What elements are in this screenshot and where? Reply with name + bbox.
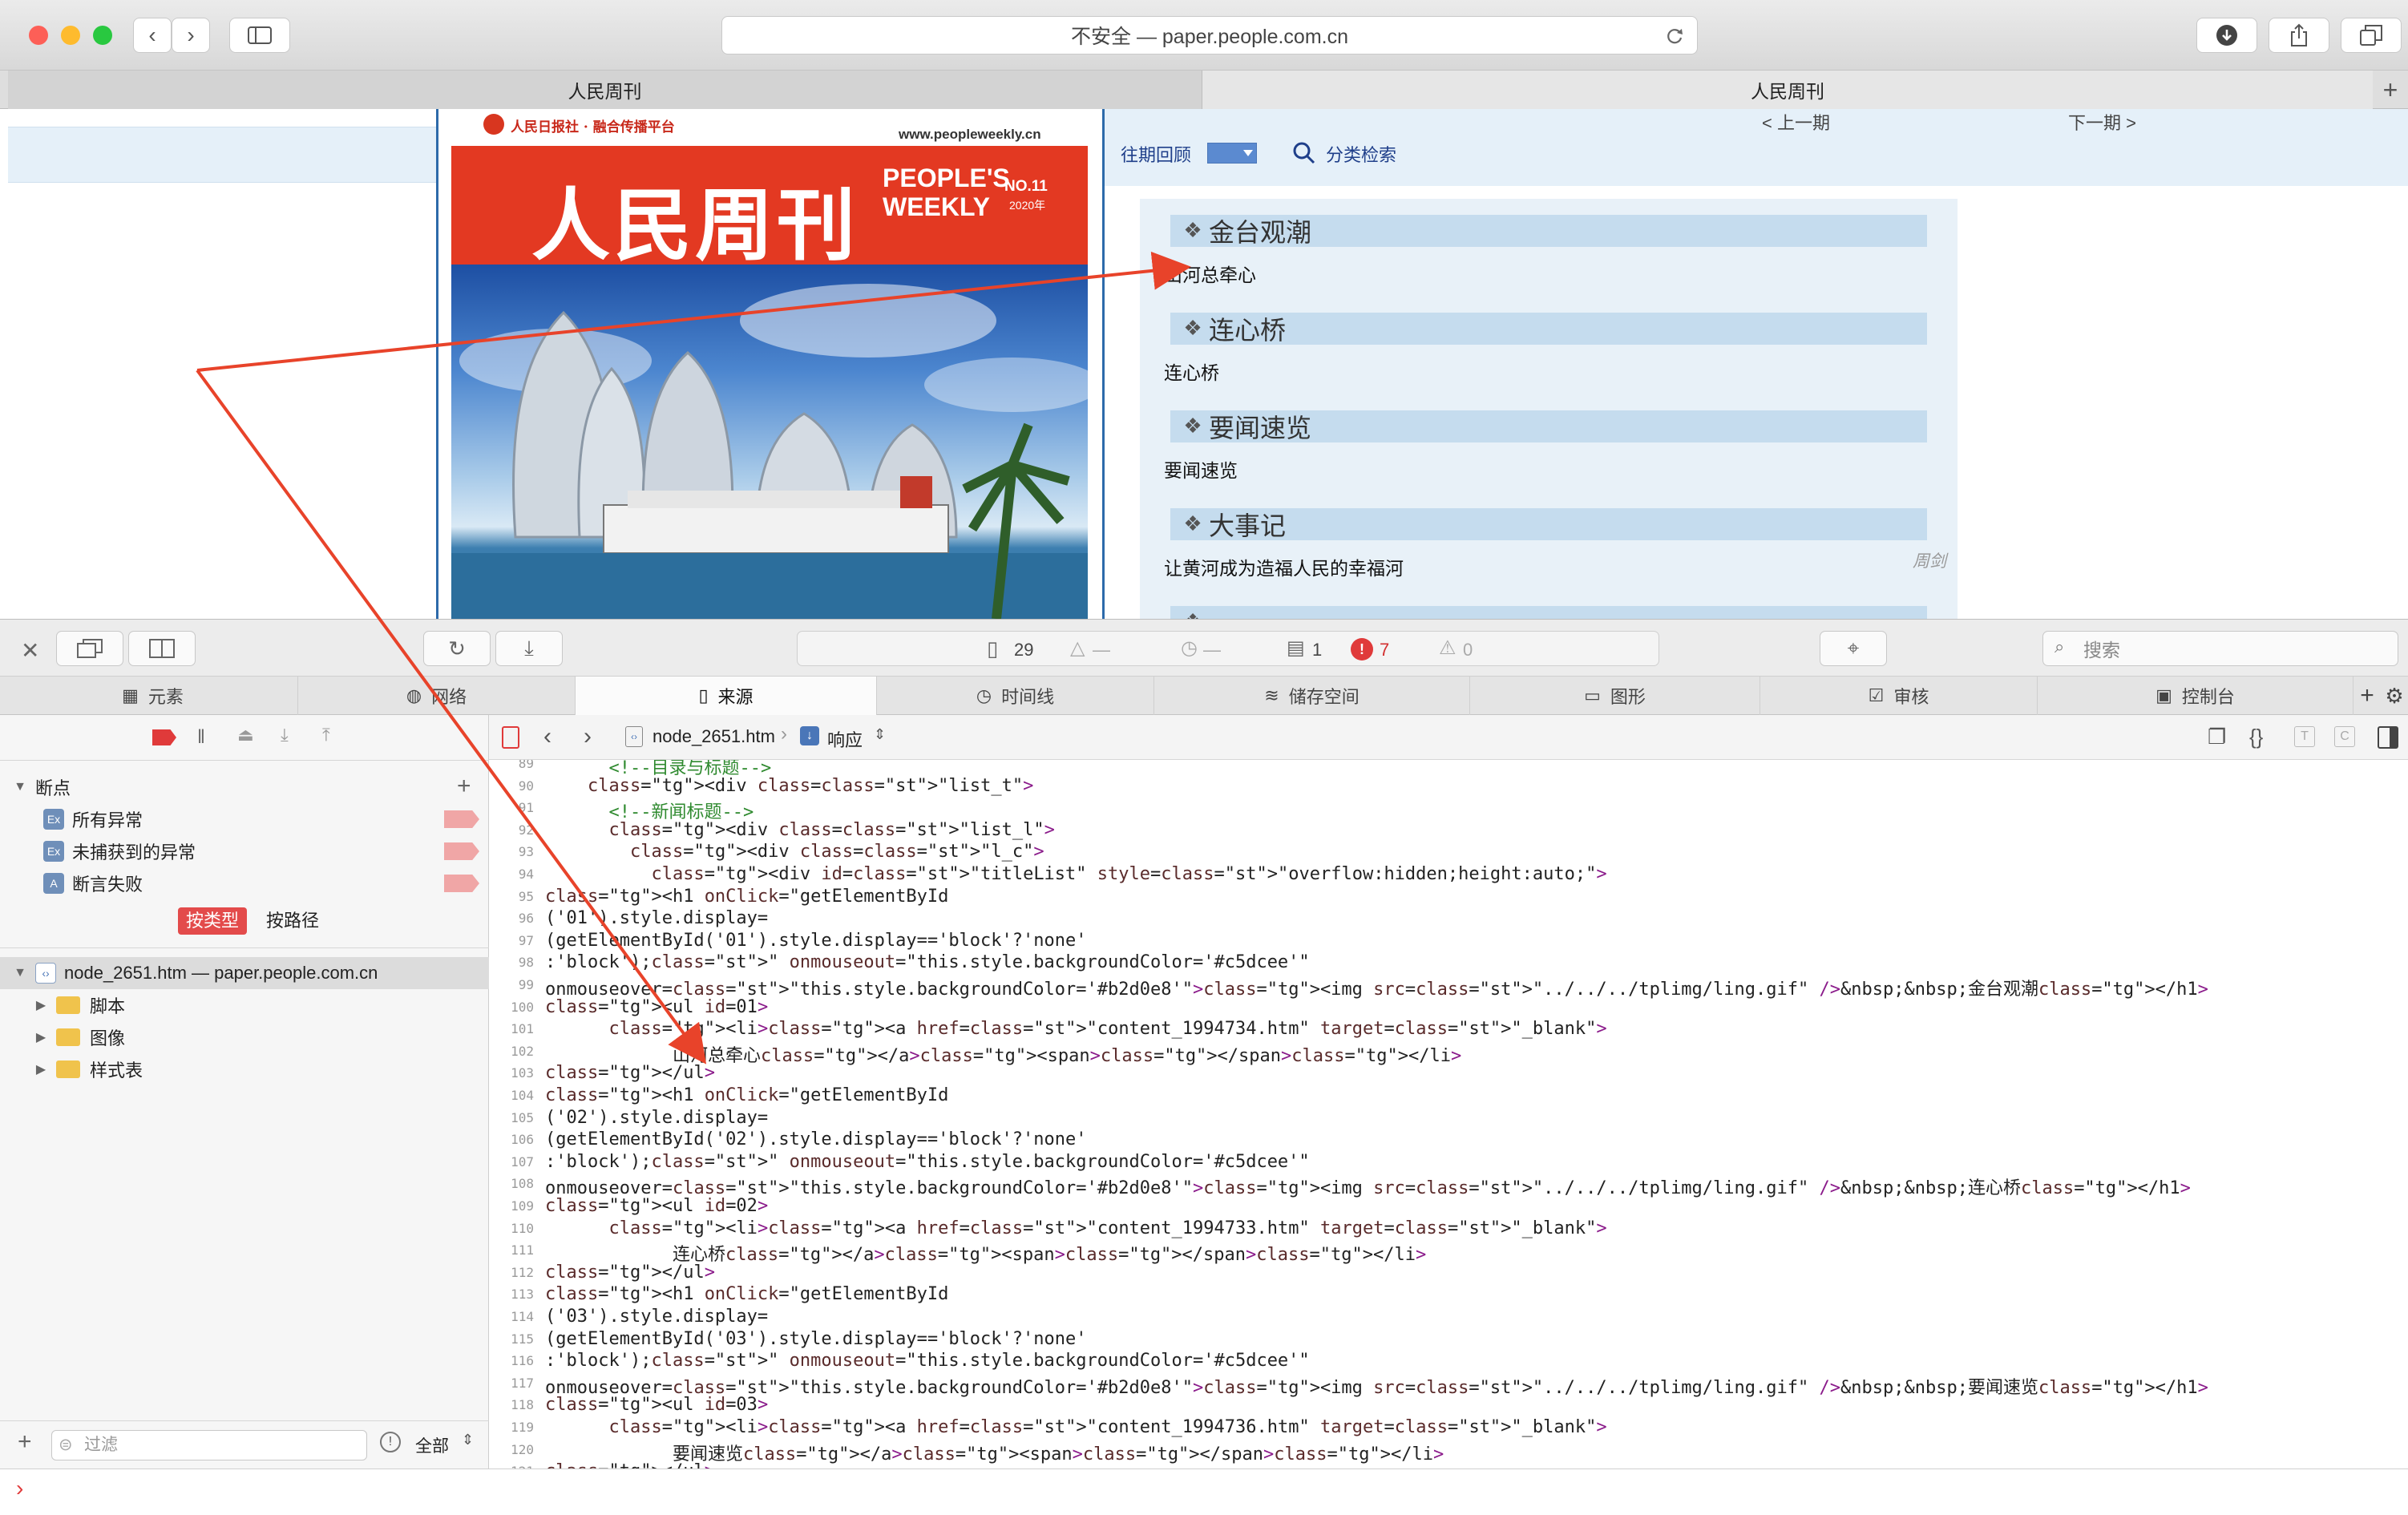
annotation-arrow-to-code [196, 369, 707, 1065]
annotation-overlay [196, 251, 1191, 1065]
annotation-arrow-to-page [196, 251, 1191, 372]
